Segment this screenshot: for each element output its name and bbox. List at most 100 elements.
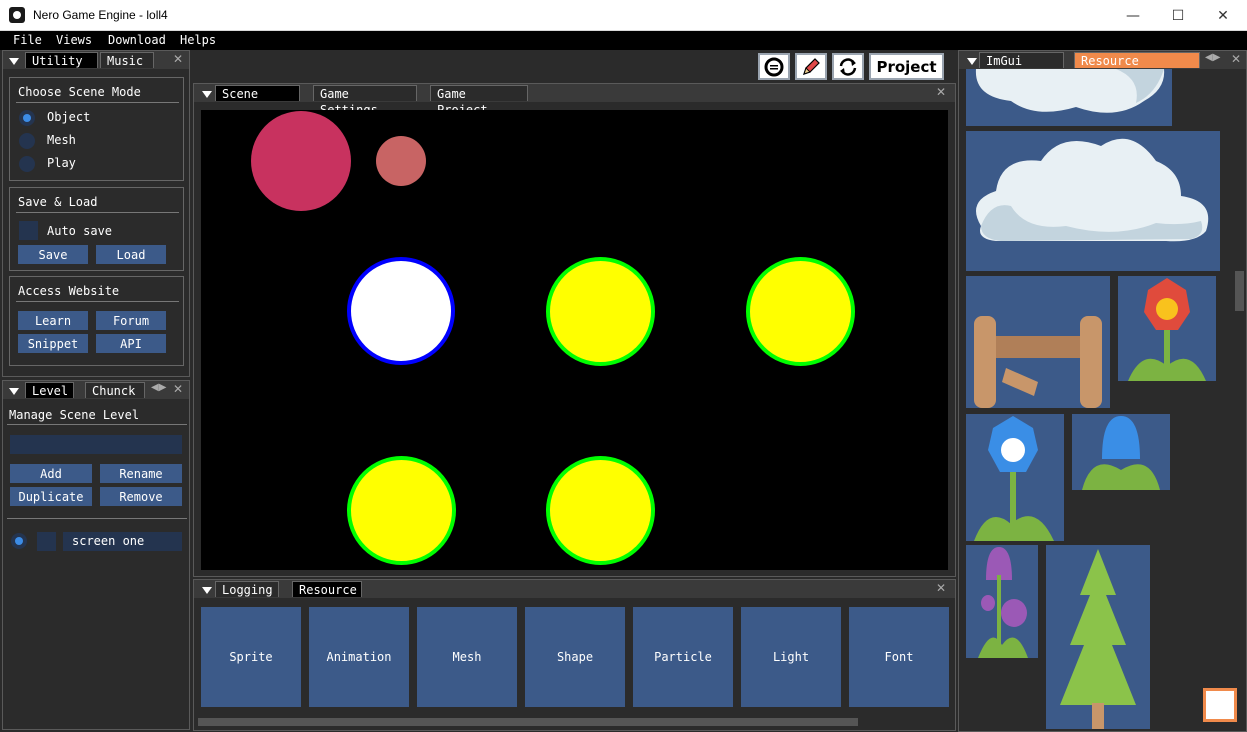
- asset-pine-tree[interactable]: [1046, 545, 1150, 729]
- load-button[interactable]: Load: [96, 245, 166, 264]
- menu-bar: File Views Download Helps: [0, 31, 1247, 50]
- radio-play[interactable]: [19, 156, 35, 172]
- scroll-tabs-icon[interactable]: ◀▶: [1205, 52, 1220, 63]
- scene-object-circle[interactable]: [347, 456, 456, 565]
- resource-animation[interactable]: Animation: [309, 607, 409, 707]
- cloud-icon: [975, 69, 1165, 113]
- add-level-button[interactable]: Add: [10, 464, 92, 483]
- divider: [7, 424, 187, 425]
- access-website-title: Access Website: [18, 284, 120, 298]
- horizontal-scrollbar[interactable]: [198, 718, 858, 726]
- level-name-input[interactable]: [10, 435, 182, 454]
- scene-object-circle[interactable]: [746, 257, 855, 366]
- scene-object-circle[interactable]: [251, 111, 351, 211]
- scene-mode-group: Choose Scene Mode Object Mesh Play: [9, 77, 184, 181]
- radio-object[interactable]: [19, 110, 35, 126]
- asset-fence[interactable]: [966, 276, 1110, 408]
- resource-font[interactable]: Font: [849, 607, 949, 707]
- scene-object-circle[interactable]: [546, 456, 655, 565]
- project-button[interactable]: Project: [869, 53, 944, 80]
- asset-blue-bud[interactable]: [1072, 414, 1170, 490]
- tab-scene[interactable]: Scene: [215, 85, 300, 101]
- engine-settings-button[interactable]: [758, 53, 790, 80]
- resource-tabbar: Logging Resource ✕: [194, 580, 955, 598]
- remove-level-button[interactable]: Remove: [100, 487, 182, 506]
- api-button[interactable]: API: [96, 334, 166, 353]
- close-icon[interactable]: ✕: [173, 52, 183, 66]
- level-item-name[interactable]: screen one: [63, 532, 182, 551]
- resize-handle[interactable]: [1203, 688, 1237, 722]
- close-icon[interactable]: ✕: [936, 581, 946, 595]
- window-title: Nero Game Engine - loll4: [33, 8, 168, 22]
- collapse-arrow-icon[interactable]: [967, 56, 977, 65]
- divider: [16, 212, 179, 213]
- asset-cloud-large[interactable]: [966, 131, 1220, 271]
- scene-object-circle[interactable]: [376, 136, 426, 186]
- scene-tabbar: Scene Game Settings Game Project ✕: [194, 84, 955, 117]
- scene-canvas[interactable]: [201, 110, 948, 570]
- menu-helps[interactable]: Helps: [180, 33, 216, 47]
- scene-object-circle-selected[interactable]: [347, 257, 455, 365]
- vertical-scrollbar[interactable]: [1235, 271, 1244, 311]
- asset-blue-flower[interactable]: [966, 414, 1064, 541]
- tab-resource[interactable]: Resource: [292, 581, 362, 597]
- auto-save-label: Auto save: [47, 224, 113, 238]
- tab-imgui-demo[interactable]: ImGui Demo: [979, 52, 1064, 84]
- tab-game-project[interactable]: Game Project: [430, 85, 528, 117]
- pencil-icon: [803, 57, 820, 75]
- close-icon[interactable]: ✕: [936, 85, 946, 99]
- level-checkbox[interactable]: [37, 532, 56, 551]
- divider: [7, 518, 187, 519]
- tab-chunck[interactable]: Chunck: [85, 382, 145, 398]
- scene-object-circle[interactable]: [546, 257, 655, 366]
- collapse-arrow-icon[interactable]: [9, 56, 19, 65]
- resource-light[interactable]: Light: [741, 607, 841, 707]
- tulip-icon: [978, 547, 1028, 658]
- asset-purple-tulips[interactable]: [966, 545, 1038, 658]
- collapse-arrow-icon[interactable]: [9, 386, 19, 395]
- tab-logging[interactable]: Logging: [215, 581, 279, 597]
- duplicate-level-button[interactable]: Duplicate: [10, 487, 92, 506]
- close-window-button[interactable]: ✕: [1200, 0, 1246, 31]
- scene-mode-title: Choose Scene Mode: [18, 85, 141, 99]
- tab-level[interactable]: Level: [25, 382, 74, 398]
- close-icon[interactable]: ✕: [173, 382, 183, 396]
- browser-tabbar: ImGui Demo Resource Browser ◀▶ ✕: [959, 51, 1246, 84]
- tab-game-settings[interactable]: Game Settings: [313, 85, 417, 117]
- asset-cloud-small[interactable]: [966, 69, 1172, 126]
- access-website-group: Access Website Learn Forum Snippet API: [9, 276, 184, 366]
- tab-resource-browser[interactable]: Resource Browser: [1074, 52, 1200, 84]
- learn-button[interactable]: Learn: [18, 311, 88, 330]
- asset-red-flower[interactable]: [1118, 276, 1216, 381]
- menu-views[interactable]: Views: [56, 33, 92, 47]
- save-button[interactable]: Save: [18, 245, 88, 264]
- rename-level-button[interactable]: Rename: [100, 464, 182, 483]
- menu-download[interactable]: Download: [108, 33, 166, 47]
- cloud-icon: [976, 138, 1209, 242]
- level-select-radio[interactable]: [11, 533, 27, 549]
- close-icon[interactable]: ✕: [1231, 52, 1241, 66]
- tab-utility[interactable]: Utility: [25, 52, 98, 68]
- collapse-arrow-icon[interactable]: [202, 89, 212, 98]
- tab-music[interactable]: Music: [100, 52, 154, 68]
- manage-level-title: Manage Scene Level: [9, 408, 140, 422]
- resource-shape[interactable]: Shape: [525, 607, 625, 707]
- forum-button[interactable]: Forum: [96, 311, 166, 330]
- resource-mesh[interactable]: Mesh: [417, 607, 517, 707]
- minimize-button[interactable]: —: [1110, 0, 1156, 31]
- snippet-button[interactable]: Snippet: [18, 334, 88, 353]
- collapse-arrow-icon[interactable]: [202, 585, 212, 594]
- reload-button[interactable]: [832, 53, 864, 80]
- menu-file[interactable]: File: [13, 33, 42, 47]
- maximize-button[interactable]: ☐: [1155, 0, 1201, 31]
- level-tabbar: Level Chunck ◀▶ ✕: [3, 381, 189, 399]
- resource-sprite[interactable]: Sprite: [201, 607, 301, 707]
- scroll-tabs-icon[interactable]: ◀▶: [151, 382, 166, 393]
- edit-button[interactable]: [795, 53, 827, 80]
- resource-particle[interactable]: Particle: [633, 607, 733, 707]
- auto-save-checkbox[interactable]: [19, 221, 38, 240]
- utility-window: Utility Music ✕ Choose Scene Mode Object…: [2, 50, 190, 377]
- radio-mesh[interactable]: [19, 133, 35, 149]
- divider: [16, 102, 179, 103]
- divider: [16, 301, 179, 302]
